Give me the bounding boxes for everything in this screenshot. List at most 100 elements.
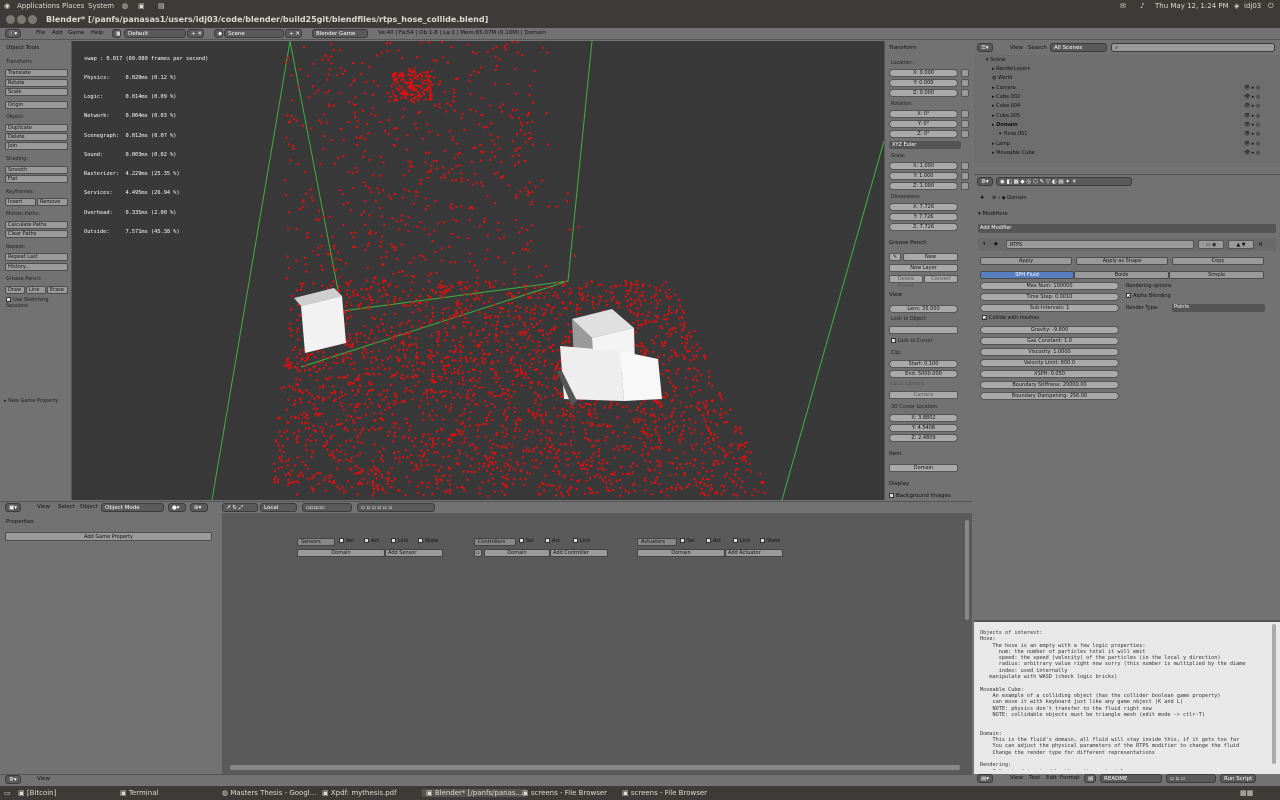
window-titlebar[interactable]: Blender* [/panfs/panasas1/users/idj03/co… [0, 12, 1280, 28]
background-images-checkbox[interactable]: Background Images [889, 493, 951, 499]
taskbar-item[interactable]: ◍ Masters Thesis - Googl... [222, 789, 316, 797]
tab-sph-fluid[interactable]: SPH Fluid [980, 271, 1074, 279]
gp-erase-button[interactable]: Erase [47, 286, 68, 294]
menu-places[interactable]: Places [62, 2, 84, 10]
logic-h-scrollbar[interactable] [230, 765, 960, 770]
app-launcher-icon[interactable]: ▤ [158, 2, 165, 10]
actuators-select[interactable]: Actuators [637, 538, 677, 546]
screen-layout-select[interactable]: Default [124, 29, 186, 38]
tab-boids[interactable]: Boids [1074, 271, 1169, 279]
collider-cube-left[interactable] [294, 288, 346, 353]
user-name[interactable]: idj03 [1244, 2, 1261, 10]
state-toggle-icon[interactable]: ▫ [474, 549, 482, 557]
editor-type-icon[interactable]: ⓘ▾ [5, 29, 21, 38]
modifier-display-toggles[interactable]: ▭ ◉ [1198, 240, 1224, 249]
outliner-item-renderlayers[interactable]: ▸ RenderLayers [992, 66, 1030, 72]
scene-select[interactable]: Scene [224, 29, 284, 38]
tab-simple[interactable]: Simple [1169, 271, 1264, 279]
clip-start-field[interactable]: Start: 0.100 [889, 360, 958, 368]
lock-icon[interactable] [961, 182, 969, 190]
location-x-field[interactable]: X: 0.000 [889, 69, 958, 77]
translate-button[interactable]: Translate [5, 69, 68, 77]
visibility-icons[interactable]: 👁 ▸ ◎ [1244, 150, 1260, 156]
time-step-field[interactable]: Time Step: 0.0010 [980, 293, 1119, 301]
menu-search[interactable]: Search [1028, 45, 1047, 51]
visibility-icons[interactable]: 👁 ▸ ◎ [1244, 141, 1260, 147]
dimension-y-field[interactable]: Y: 7.726 [889, 213, 958, 221]
menu-system[interactable]: System [88, 2, 114, 10]
minimize-window-icon[interactable] [17, 15, 26, 24]
remove-modifier-icon[interactable]: ✕ [1258, 241, 1263, 248]
layer-buttons[interactable]: ▫▫▫▫▫ [302, 503, 352, 512]
scale-y-field[interactable]: Y: 1.000 [889, 172, 958, 180]
browser-launcher-icon[interactable]: ◍ [122, 2, 128, 10]
text-view-toggles[interactable]: ▫ ▫ ▫ [1166, 774, 1216, 783]
gp-draw-button[interactable]: Draw [5, 286, 25, 294]
visibility-icons[interactable]: 👁 ▸ ◎ [1244, 113, 1260, 119]
object-name-field[interactable]: Domain [889, 464, 958, 472]
taskbar-item-active[interactable]: ▣ Blender* [/panfs/panas... [422, 789, 527, 797]
controllers-select[interactable]: Controllers [474, 538, 516, 546]
visibility-icons[interactable]: 👁 ▸ ◎ [1244, 85, 1260, 91]
clear-paths-button[interactable]: Clear Paths [5, 230, 68, 238]
ubuntu-logo-icon[interactable]: ◉ [4, 2, 10, 10]
outliner-item-hose[interactable]: ✦ Hose.001 [998, 131, 1027, 137]
boundary-stiffness-field[interactable]: Boundary Stiffness: 20000.00 [980, 381, 1119, 389]
actuators-sel-checkbox[interactable]: Sel [680, 538, 695, 544]
controllers-sel-checkbox[interactable]: Sel [519, 538, 534, 544]
item-panel-title[interactable]: Item [889, 451, 902, 457]
render-type-select[interactable]: Points [1172, 304, 1265, 312]
3d-viewport[interactable]: swap : 0.017 (60.080 frames per second) … [72, 41, 884, 500]
maximize-window-icon[interactable] [28, 15, 37, 24]
sketching-checkbox[interactable]: Use Sketching Sessions [6, 297, 71, 309]
collide-with-meshes-checkbox[interactable]: ✓ Collide with meshes [982, 315, 1039, 322]
volume-icon[interactable]: ♪ [1140, 2, 1144, 10]
history-button[interactable]: History... [5, 263, 68, 271]
run-script-button[interactable]: Run Script [1220, 774, 1256, 783]
rotation-y-field[interactable]: Y: 0° [889, 120, 958, 128]
clock[interactable]: Thu May 12, 1:24 PM [1155, 2, 1229, 10]
actuators-act-checkbox[interactable]: Act [706, 538, 721, 544]
view-panel-title[interactable]: View [889, 292, 902, 298]
rotation-z-field[interactable]: Z: 0° [889, 130, 958, 138]
editor-type-icon[interactable]: ▤▾ [977, 774, 993, 783]
menu-game[interactable]: Game [68, 30, 84, 36]
clip-end-field[interactable]: End: 5000.000 [889, 370, 958, 378]
copy-button[interactable]: Copy [1172, 257, 1264, 265]
sensors-state-checkbox[interactable]: State [418, 538, 438, 544]
lock-icon[interactable] [961, 162, 969, 170]
pin-icon[interactable]: ✚ [980, 195, 984, 201]
cursor-y-field[interactable]: Y: 4.5408 [889, 424, 958, 432]
sensors-act-checkbox[interactable]: Act [364, 538, 379, 544]
taskbar-item[interactable]: ▣ screens - File Browser [522, 789, 607, 797]
editor-type-icon[interactable]: ▣▾ [5, 503, 21, 512]
outliner-item-moveable-cube[interactable]: ▸ Moveable Cube [992, 150, 1035, 156]
manipulator-buttons[interactable]: ↗ ↻ ⤢ [222, 503, 258, 512]
actuators-link-checkbox[interactable]: Link [733, 538, 750, 544]
sensors-select[interactable]: Sensors [297, 538, 335, 546]
rotation-mode-select[interactable]: XYZ Euler [889, 141, 961, 149]
menu-format[interactable]: Format [1060, 775, 1079, 781]
logic-scrollbar[interactable] [965, 520, 969, 620]
add-modifier-select[interactable]: Add Modifier [978, 224, 1276, 233]
readme-text[interactable]: Objects of interest: Hose: The hose is a… [980, 630, 1272, 770]
dimension-z-field[interactable]: Z: 7.726 [889, 223, 958, 231]
viscosity-field[interactable]: Viscosity: 1.0000 [980, 348, 1119, 356]
rotate-button[interactable]: Rotate [5, 79, 68, 87]
menu-view[interactable]: View [37, 776, 50, 782]
mail-icon[interactable]: ✉ [1120, 2, 1126, 10]
lock-icon[interactable] [961, 89, 969, 97]
xsph-field[interactable]: XSPH: 0.050 [980, 370, 1119, 378]
scale-button[interactable]: Scale [5, 88, 68, 96]
menu-text[interactable]: Text [1029, 775, 1040, 781]
add-sensor-select[interactable]: Add Sensor [385, 549, 443, 557]
mode-select[interactable]: Object Mode [101, 503, 164, 512]
add-game-property-button[interactable]: Add Game Property [5, 532, 212, 541]
gp-convert-button[interactable]: Convert [924, 275, 958, 283]
lock-icon[interactable] [961, 69, 969, 77]
outliner-item-domain[interactable]: ▸ Domain [992, 122, 1018, 128]
pivot-select[interactable]: ⊛▾ [190, 503, 208, 512]
location-z-field[interactable]: Z: 0.000 [889, 89, 958, 97]
gp-line-button[interactable]: Line [26, 286, 46, 294]
add-actuator-select[interactable]: Add Actuator [725, 549, 783, 557]
